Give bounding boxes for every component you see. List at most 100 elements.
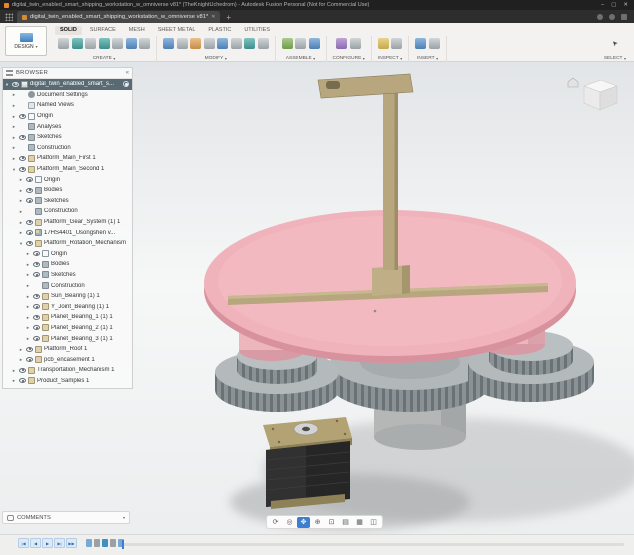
expand-arrow[interactable]: ►: [18, 347, 24, 352]
timeline-playhead[interactable]: [122, 540, 124, 549]
ribbon-group-label-select[interactable]: SELECT▾: [604, 56, 626, 61]
timeline-play-icon[interactable]: ▶: [42, 538, 53, 548]
visibility-eye-icon[interactable]: [33, 251, 40, 256]
tab-utilities[interactable]: UTILITIES: [239, 26, 275, 35]
move-copy-icon[interactable]: [258, 38, 269, 49]
tree-row[interactable]: ► Platform_Main_First 1: [3, 153, 132, 164]
expand-arrow[interactable]: ►: [18, 198, 24, 203]
ribbon-group-label-create[interactable]: CREATE▾: [93, 56, 116, 61]
tree-row[interactable]: ► pcb_encasement 1: [3, 354, 132, 365]
expand-arrow[interactable]: ►: [18, 188, 24, 193]
job-status-icon[interactable]: [597, 14, 603, 20]
tree-row[interactable]: ▼ Platform_Rotation_Mechanism: [3, 238, 132, 249]
section-analysis-icon[interactable]: [391, 38, 402, 49]
hole-icon[interactable]: [126, 38, 137, 49]
timeline-skip-start-icon[interactable]: |◀: [18, 538, 29, 548]
joint-icon[interactable]: [295, 38, 306, 49]
tab-surface[interactable]: SURFACE: [85, 26, 121, 35]
expand-arrow[interactable]: ►: [11, 114, 17, 119]
shell-icon[interactable]: [204, 38, 215, 49]
ribbon-group-label-inspect[interactable]: INSPECT▾: [378, 56, 402, 61]
visibility-eye-icon[interactable]: [26, 188, 33, 193]
expand-arrow[interactable]: ►: [11, 135, 17, 140]
tree-row[interactable]: ► Named Views: [3, 100, 132, 111]
combine-icon[interactable]: [231, 38, 242, 49]
split-body-icon[interactable]: [244, 38, 255, 49]
pattern-icon[interactable]: [139, 38, 150, 49]
timeline-step-forward-icon[interactable]: ▶|: [54, 538, 65, 548]
tree-row[interactable]: ► Sketches: [3, 196, 132, 207]
collapse-browser-icon[interactable]: «: [126, 70, 129, 76]
loft-icon[interactable]: [112, 38, 123, 49]
tree-row[interactable]: ► Planet_Bearing_2 (1) 1: [3, 323, 132, 334]
visibility-eye-icon[interactable]: [26, 220, 33, 225]
comments-panel[interactable]: COMMENTS ▾: [2, 511, 130, 524]
tab-sheet-metal[interactable]: SHEET METAL: [153, 26, 201, 35]
fillet-icon[interactable]: [177, 38, 188, 49]
expand-arrow[interactable]: ▼: [11, 167, 17, 172]
expand-arrow[interactable]: ►: [25, 325, 31, 330]
timeline-marker-icon[interactable]: [102, 539, 108, 547]
extrude-icon[interactable]: [72, 38, 83, 49]
expand-arrow[interactable]: ►: [25, 304, 31, 309]
chevron-down-icon[interactable]: ▾: [123, 515, 125, 520]
visibility-eye-icon[interactable]: [33, 294, 40, 299]
visibility-eye-icon[interactable]: [33, 272, 40, 277]
profile-icon[interactable]: [621, 14, 627, 20]
tree-row[interactable]: ► Analyses: [3, 121, 132, 132]
tab-mesh[interactable]: MESH: [124, 26, 150, 35]
timeline-marker-icon[interactable]: [110, 539, 116, 547]
timeline-track[interactable]: [122, 543, 624, 546]
tree-row[interactable]: ► Transportation_Mechanism 1: [3, 365, 132, 376]
expand-arrow[interactable]: ►: [18, 357, 24, 362]
tree-row[interactable]: ► Bodies: [3, 259, 132, 270]
expand-arrow[interactable]: ►: [18, 220, 24, 225]
visibility-eye-icon[interactable]: [26, 198, 33, 203]
look-at-icon[interactable]: ◎: [283, 517, 296, 528]
display-settings-icon[interactable]: ▤: [339, 517, 352, 528]
minimize-button[interactable]: –: [601, 2, 604, 8]
expand-arrow[interactable]: ►: [11, 156, 17, 161]
chamfer-icon[interactable]: [190, 38, 201, 49]
draft-icon[interactable]: [217, 38, 228, 49]
visibility-eye-icon[interactable]: [26, 177, 33, 182]
visibility-eye-icon[interactable]: [12, 82, 19, 87]
expand-arrow[interactable]: ►: [11, 124, 17, 129]
configuration-table-icon[interactable]: [350, 38, 361, 49]
expand-arrow[interactable]: ►: [25, 294, 31, 299]
tree-row[interactable]: ► Planet_Bearing_1 (1) 1: [3, 312, 132, 323]
tree-row[interactable]: ► Product_Samples 1: [3, 376, 132, 387]
tree-row[interactable]: ► Construction: [3, 143, 132, 154]
notifications-icon[interactable]: [609, 14, 615, 20]
insert-derive-icon[interactable]: [415, 38, 426, 49]
expand-arrow[interactable]: ►: [25, 262, 31, 267]
tree-row[interactable]: ► Construction: [3, 280, 132, 291]
new-tab-button[interactable]: +: [226, 13, 231, 22]
model-stepper-motor[interactable]: [263, 417, 352, 509]
visibility-eye-icon[interactable]: [19, 368, 26, 373]
visibility-eye-icon[interactable]: [33, 304, 40, 309]
visibility-eye-icon[interactable]: [26, 357, 33, 362]
expand-arrow[interactable]: ►: [11, 368, 17, 373]
app-menu-icon[interactable]: [5, 13, 13, 21]
visibility-eye-icon[interactable]: [19, 156, 26, 161]
close-button[interactable]: ✕: [623, 2, 628, 8]
tree-row[interactable]: ► Construction: [3, 206, 132, 217]
grid-snaps-icon[interactable]: ▦: [353, 517, 366, 528]
document-tab[interactable]: digital_twin_enabled_smart_shipping_work…: [17, 11, 220, 23]
tab-close-icon[interactable]: ✕: [211, 14, 215, 20]
tree-row[interactable]: ► Origin: [3, 111, 132, 122]
view-cube[interactable]: [568, 78, 617, 110]
expand-arrow[interactable]: ►: [18, 230, 24, 235]
visibility-eye-icon[interactable]: [33, 325, 40, 330]
expand-arrow[interactable]: ►: [11, 378, 17, 383]
timeline-marker-icon[interactable]: [94, 539, 100, 547]
tree-row[interactable]: ► Sketches: [3, 132, 132, 143]
zoom-icon[interactable]: ⊕: [311, 517, 324, 528]
expand-arrow[interactable]: ▼: [4, 82, 10, 87]
active-component-radio-icon[interactable]: [123, 81, 129, 87]
visibility-eye-icon[interactable]: [26, 347, 33, 352]
select-cursor-icon[interactable]: ➤: [607, 36, 623, 52]
pan-icon[interactable]: ✥: [297, 517, 310, 528]
tree-row[interactable]: ► Y_Joint_Bearing (1) 1: [3, 301, 132, 312]
